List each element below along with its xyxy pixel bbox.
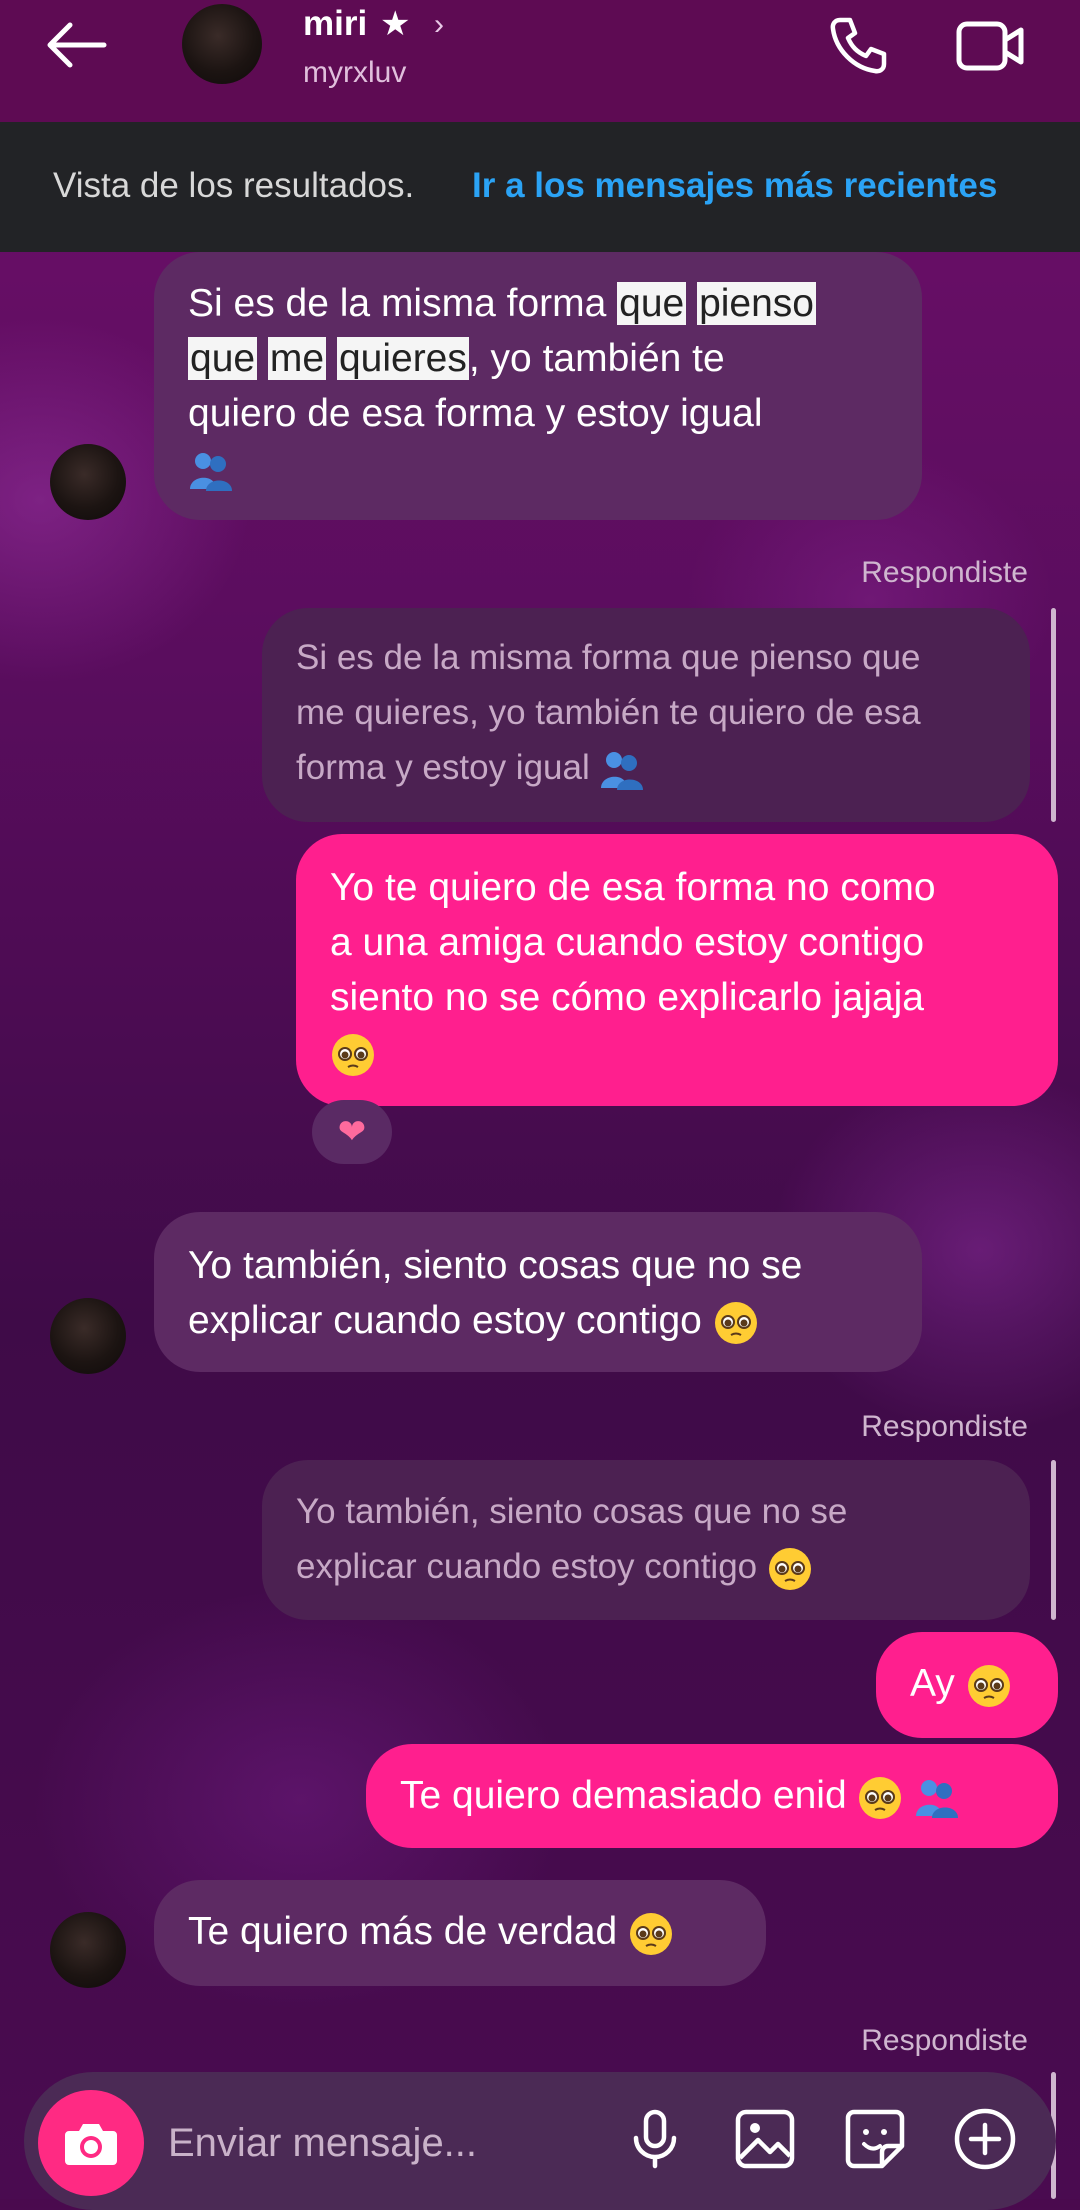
- quoted-text: explicar cuando estoy contigo: [296, 1547, 758, 1586]
- reply-label: Respondiste: [861, 556, 1028, 589]
- heart-icon: ❤: [337, 1113, 367, 1151]
- quoted-message[interactable]: Yo también, siento cosas que no se expli…: [262, 1460, 1030, 1620]
- message-text: Ay: [910, 1662, 955, 1705]
- message-text: Yo te quiero de esa forma no como: [330, 866, 936, 909]
- message-text: Yo también, siento cosas que no se: [188, 1244, 803, 1287]
- camera-button[interactable]: [38, 2090, 144, 2196]
- contact-avatar-small[interactable]: [50, 444, 126, 520]
- pleading-face-emoji: [332, 1033, 374, 1076]
- search-highlight: me: [267, 337, 327, 380]
- reply-bar: [1051, 608, 1056, 822]
- outgoing-message[interactable]: Ay: [876, 1632, 1058, 1738]
- quoted-text: Si es de la misma forma que pienso que: [296, 638, 921, 677]
- camera-icon: [65, 2124, 117, 2165]
- sticker-icon[interactable]: [840, 2104, 910, 2174]
- message-text: Te quiero más de verdad: [188, 1910, 618, 1953]
- pleading-face-emoji: [768, 1547, 811, 1590]
- pleading-face-emoji: [967, 1664, 1010, 1707]
- microphone-icon[interactable]: [620, 2104, 690, 2174]
- incoming-message[interactable]: Te quiero más de verdad: [154, 1880, 766, 1986]
- quoted-message[interactable]: Si es de la misma forma que pienso que m…: [262, 608, 1030, 822]
- message-text: a una amiga cuando estoy contigo: [330, 921, 925, 964]
- contact-name[interactable]: miri: [303, 4, 367, 44]
- plus-circle-icon[interactable]: [950, 2104, 1020, 2174]
- people-hugging-emoji: [190, 452, 232, 491]
- people-hugging-emoji: [601, 751, 644, 790]
- contact-avatar-small[interactable]: [50, 1298, 126, 1374]
- contact-avatar[interactable]: [182, 4, 262, 84]
- message-text: Si es de la misma forma: [188, 282, 618, 325]
- search-highlight: pienso: [697, 282, 816, 325]
- contact-handle: myrxluv: [303, 56, 407, 89]
- search-highlight: quieres: [336, 337, 469, 380]
- quoted-text: me quieres, yo también te quiero de esa: [296, 693, 921, 732]
- recent-messages-link[interactable]: Ir a los mensajes más recientes: [472, 166, 997, 206]
- star-icon: ★: [380, 5, 411, 43]
- outgoing-message[interactable]: Te quiero demasiado enid: [366, 1744, 1058, 1848]
- quoted-text: Yo también, siento cosas que no se: [296, 1492, 848, 1531]
- reply-label: Respondiste: [861, 2024, 1028, 2057]
- banner-text: Vista de los resultados.: [53, 166, 415, 205]
- chevron-right-icon[interactable]: ›: [434, 8, 444, 42]
- people-hugging-emoji: [916, 1779, 959, 1818]
- message-text: quiero de esa forma y estoy igual: [188, 392, 763, 435]
- gallery-icon[interactable]: [730, 2104, 800, 2174]
- pleading-face-emoji: [714, 1301, 757, 1344]
- incoming-message[interactable]: Si es de la misma forma que pienso que m…: [154, 252, 922, 520]
- search-results-banner: Vista de los resultados. Ir a los mensaj…: [0, 122, 1080, 252]
- search-highlight: que: [188, 337, 258, 380]
- message-text: siento no se cómo explicarlo jajaja: [330, 976, 924, 1019]
- chat-header: miri ★ › myrxluv: [0, 0, 1080, 122]
- message-input[interactable]: [166, 2112, 590, 2174]
- outgoing-message[interactable]: Yo te quiero de esa forma no como a una …: [296, 834, 1058, 1106]
- pleading-face-emoji: [859, 1776, 902, 1819]
- contact-avatar-small[interactable]: [50, 1912, 126, 1988]
- heart-reaction[interactable]: ❤: [312, 1100, 392, 1164]
- message-text: explicar cuando estoy contigo: [188, 1299, 702, 1342]
- incoming-message[interactable]: Yo también, siento cosas que no se expli…: [154, 1212, 922, 1372]
- video-camera-icon[interactable]: [955, 16, 1027, 76]
- search-highlight: que: [617, 282, 687, 325]
- message-text: Te quiero demasiado enid: [400, 1774, 847, 1817]
- back-arrow-icon[interactable]: [42, 20, 112, 70]
- quoted-text: forma y estoy igual: [296, 748, 590, 787]
- reply-label: Respondiste: [861, 1410, 1028, 1443]
- message-text: , yo también te: [468, 337, 725, 380]
- pleading-face-emoji: [630, 1912, 673, 1955]
- phone-icon[interactable]: [826, 14, 890, 78]
- reply-bar: [1051, 1460, 1056, 1620]
